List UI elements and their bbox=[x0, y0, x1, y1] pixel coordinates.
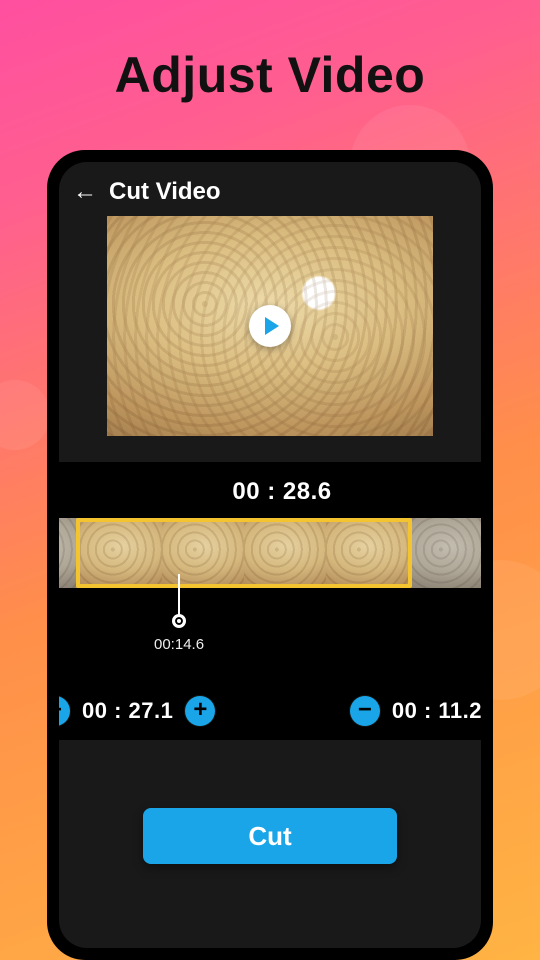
start-time: 00 : 27.1 bbox=[82, 698, 173, 724]
timeline-frame bbox=[244, 518, 326, 588]
timeline-frame bbox=[80, 518, 162, 588]
timeline-frame bbox=[408, 518, 481, 588]
back-arrow-icon[interactable]: ← bbox=[73, 180, 97, 204]
total-duration: 00 : 28.6 bbox=[59, 478, 481, 506]
playhead-time: 00:14.6 bbox=[154, 636, 204, 653]
playhead-line[interactable] bbox=[178, 574, 180, 618]
end-time: 00 : 11.2 bbox=[392, 698, 481, 724]
screen-title: Cut Video bbox=[109, 178, 221, 206]
page-title: Adjust Video bbox=[0, 0, 540, 104]
phone-frame: ← Cut Video 00 : 28.6 bbox=[47, 150, 493, 960]
trim-panel: 00 : 28.6 00:14.6 − 0 bbox=[59, 462, 481, 740]
timeline-frame bbox=[162, 518, 244, 588]
play-icon bbox=[265, 317, 279, 335]
playhead-handle[interactable] bbox=[172, 614, 186, 628]
trim-controls: − 00 : 27.1 + − 00 : 11.2 + bbox=[59, 696, 481, 726]
video-preview-container bbox=[59, 216, 481, 436]
start-minus-button[interactable]: − bbox=[59, 696, 70, 726]
cut-button[interactable]: Cut bbox=[143, 808, 397, 864]
play-button[interactable] bbox=[249, 305, 291, 347]
video-preview[interactable] bbox=[107, 216, 433, 436]
start-time-group: − 00 : 27.1 + bbox=[59, 696, 215, 726]
app-bar: ← Cut Video bbox=[59, 162, 481, 216]
minus-icon: − bbox=[59, 696, 62, 724]
app-screen: ← Cut Video 00 : 28.6 bbox=[59, 162, 481, 948]
end-time-group: − 00 : 11.2 + bbox=[350, 696, 481, 726]
decor-circle bbox=[0, 380, 50, 450]
timeline-strip[interactable] bbox=[59, 518, 481, 588]
end-minus-button[interactable]: − bbox=[350, 696, 380, 726]
minus-icon: − bbox=[358, 696, 372, 724]
promo-background: Adjust Video ← Cut Video 00 : 28.6 bbox=[0, 0, 540, 960]
plus-icon: + bbox=[193, 696, 207, 724]
start-plus-button[interactable]: + bbox=[185, 696, 215, 726]
timeline-frame bbox=[59, 518, 80, 588]
timeline-frame bbox=[326, 518, 408, 588]
